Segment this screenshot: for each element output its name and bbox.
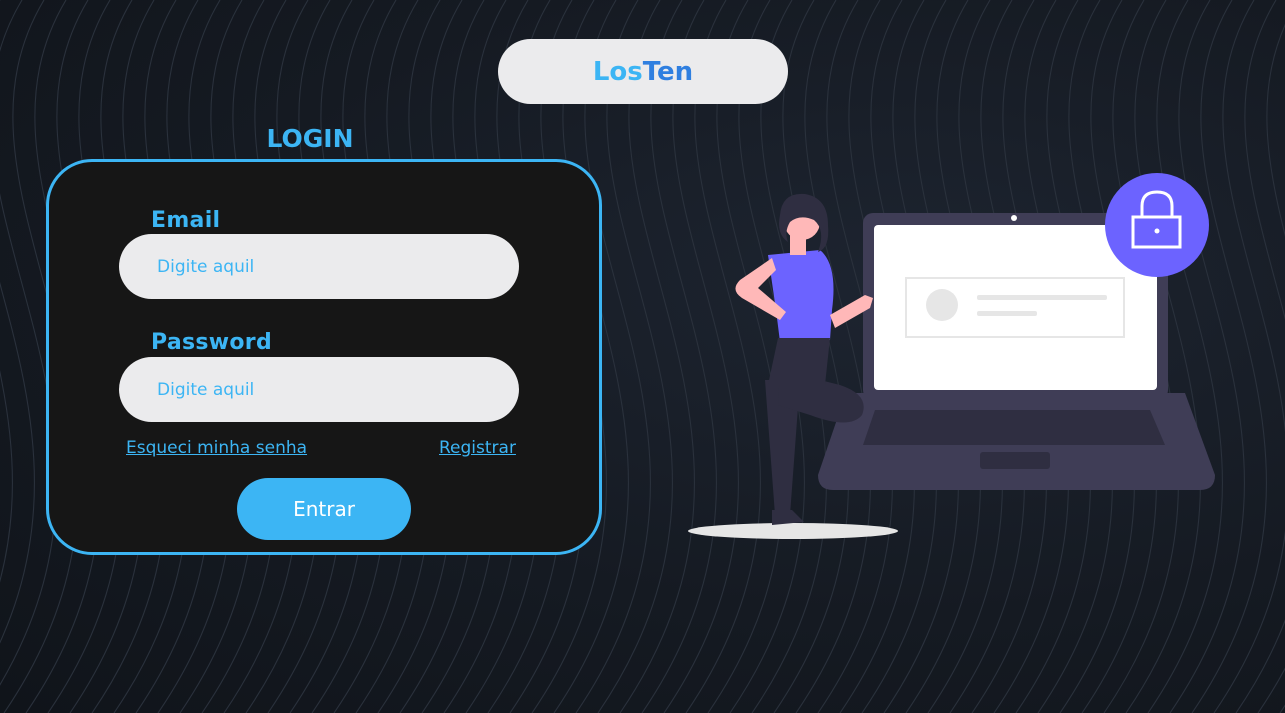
- brand-logo-pill: Los Ten: [498, 39, 788, 104]
- register-link[interactable]: Registrar: [439, 438, 516, 458]
- email-field[interactable]: [119, 234, 519, 299]
- password-field[interactable]: [119, 357, 519, 422]
- brand-name-part2: Ten: [642, 56, 694, 87]
- background-wave-line: [0, 370, 13, 583]
- password-label: Password: [151, 330, 273, 355]
- login-submit-button[interactable]: Entrar: [237, 478, 411, 540]
- background-wave-line: [0, 0, 35, 644]
- background-wave-line: [1279, 704, 1285, 713]
- background-wave-line: [1235, 0, 1285, 713]
- lock-icon: [1105, 173, 1209, 277]
- background-wave-line: [1257, 24, 1285, 713]
- brand-name-part1: Los: [592, 56, 643, 87]
- floor-shadow: [688, 523, 898, 539]
- background-wave-line: [597, 0, 673, 713]
- forgot-password-link[interactable]: Esqueci minha senha: [126, 438, 307, 458]
- email-label: Email: [151, 208, 221, 233]
- login-title: LOGIN: [266, 124, 354, 153]
- login-illustration: [688, 173, 1215, 539]
- login-card: Email Password Esqueci minha senha Regis…: [46, 159, 602, 555]
